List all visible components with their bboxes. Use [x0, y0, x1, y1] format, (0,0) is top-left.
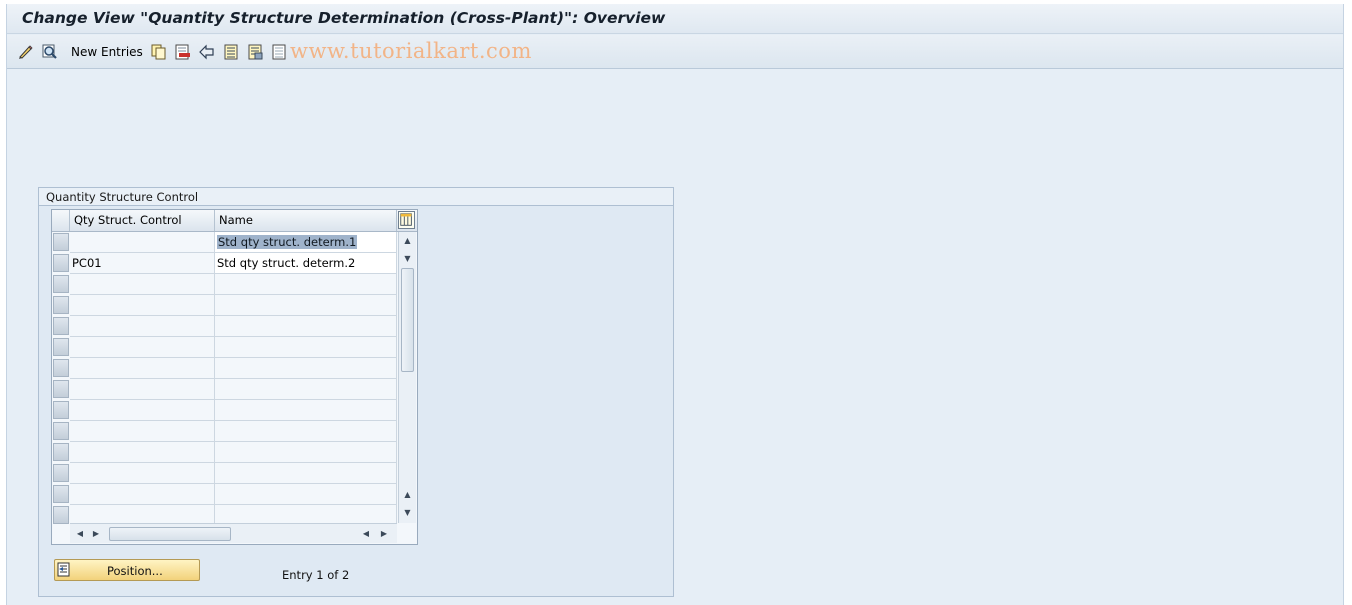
new-entries-button[interactable]: New Entries: [71, 45, 143, 59]
undo-icon[interactable]: [198, 43, 216, 61]
row-selector[interactable]: [53, 506, 69, 524]
cell-qty-struct-control[interactable]: [70, 379, 215, 399]
row-selector[interactable]: [53, 485, 69, 503]
cell-qty-struct-control[interactable]: [70, 484, 215, 504]
selected-name-text: Std qty struct. determ.1: [217, 235, 358, 249]
horizontal-scrollbar[interactable]: ◀ ▶ ◀ ▶: [70, 523, 397, 543]
table-row[interactable]: [70, 337, 397, 358]
row-selector[interactable]: [53, 359, 69, 377]
scroll-page-up-icon[interactable]: ▲: [401, 488, 414, 502]
title-bar: Change View "Quantity Structure Determin…: [7, 4, 1343, 34]
row-selector[interactable]: [53, 254, 69, 272]
cell-name[interactable]: [215, 421, 397, 441]
table-row[interactable]: Std qty struct. determ.1: [70, 232, 397, 253]
vertical-scrollbar[interactable]: ▲ ▼ ▲ ▼: [398, 232, 416, 523]
select-all-rows-corner[interactable]: [52, 210, 70, 231]
watermark-text: www.tutorialkart.com: [290, 39, 532, 63]
cell-qty-struct-control[interactable]: [70, 295, 215, 315]
row-selector[interactable]: [53, 317, 69, 335]
cell-qty-struct-control[interactable]: [70, 232, 215, 252]
column-header-name[interactable]: Name: [215, 210, 397, 231]
cell-qty-struct-control[interactable]: [70, 421, 215, 441]
cell-name[interactable]: [215, 358, 397, 378]
display-change-icon[interactable]: [17, 43, 35, 61]
row-selector[interactable]: [53, 233, 69, 251]
table-control: Qty Struct. Control Name Std qty struct.…: [51, 209, 418, 545]
cell-name[interactable]: Std qty struct. determ.2: [215, 253, 397, 273]
table-row[interactable]: [70, 316, 397, 337]
scroll-far-right-icon[interactable]: ▶: [378, 527, 390, 541]
delete-icon[interactable]: [174, 43, 192, 61]
cell-name[interactable]: [215, 400, 397, 420]
row-selector[interactable]: [53, 443, 69, 461]
cell-name[interactable]: [215, 295, 397, 315]
table-header: Qty Struct. Control Name: [52, 210, 417, 232]
cell-qty-struct-control[interactable]: [70, 400, 215, 420]
table-row[interactable]: [70, 295, 397, 316]
row-selector[interactable]: [53, 275, 69, 293]
vertical-scroll-thumb[interactable]: [401, 268, 414, 372]
cell-qty-struct-control[interactable]: [70, 442, 215, 462]
group-header: Quantity Structure Control: [39, 188, 673, 206]
entry-count-text: Entry 1 of 2: [282, 568, 350, 582]
cell-qty-struct-control[interactable]: [70, 463, 215, 483]
cell-name[interactable]: [215, 274, 397, 294]
copy-icon[interactable]: [150, 43, 168, 61]
cell-name[interactable]: [215, 337, 397, 357]
table-row[interactable]: [70, 358, 397, 379]
scroll-far-left-icon[interactable]: ◀: [360, 527, 372, 541]
column-header-qty-struct-control[interactable]: Qty Struct. Control: [70, 210, 215, 231]
application-toolbar: New Entries www.tutorialkart.com: [7, 35, 1343, 69]
table-row[interactable]: [70, 421, 397, 442]
cell-name[interactable]: [215, 463, 397, 483]
sap-window: Change View "Quantity Structure Determin…: [6, 4, 1344, 605]
cell-qty-struct-control[interactable]: [70, 505, 215, 525]
cell-qty-struct-control[interactable]: PC01: [70, 253, 215, 273]
row-selector[interactable]: [53, 338, 69, 356]
position-button-label: Position...: [107, 564, 163, 578]
cell-name[interactable]: [215, 316, 397, 336]
scroll-up-icon[interactable]: ▲: [401, 234, 414, 248]
table-row[interactable]: [70, 379, 397, 400]
row-selector[interactable]: [53, 296, 69, 314]
cell-name[interactable]: Std qty struct. determ.1: [215, 232, 397, 252]
row-selector[interactable]: [53, 401, 69, 419]
horizontal-scroll-thumb[interactable]: [109, 527, 231, 541]
cell-name[interactable]: [215, 442, 397, 462]
cell-name[interactable]: [215, 379, 397, 399]
other-view-icon[interactable]: [41, 43, 59, 61]
group-title: Quantity Structure Control: [46, 190, 199, 204]
table-row[interactable]: [70, 400, 397, 421]
scroll-left-icon[interactable]: ◀: [74, 527, 86, 541]
row-selector[interactable]: [53, 464, 69, 482]
cell-name[interactable]: [215, 484, 397, 504]
row-selector[interactable]: [53, 380, 69, 398]
select-all-icon[interactable]: [222, 43, 240, 61]
row-selector[interactable]: [53, 422, 69, 440]
position-icon: [57, 562, 70, 577]
scroll-page-down-icon[interactable]: ▼: [401, 252, 414, 266]
cell-qty-struct-control[interactable]: [70, 274, 215, 294]
table-row[interactable]: [70, 442, 397, 463]
table-row[interactable]: PC01 Std qty struct. determ.2: [70, 253, 397, 274]
scroll-right-icon[interactable]: ▶: [90, 527, 102, 541]
position-button[interactable]: Position...: [54, 559, 200, 581]
cell-name[interactable]: [215, 505, 397, 525]
deselect-all-icon[interactable]: [270, 43, 288, 61]
table-row[interactable]: [70, 484, 397, 505]
scroll-down-icon[interactable]: ▼: [401, 506, 414, 520]
cell-qty-struct-control[interactable]: [70, 316, 215, 336]
cell-qty-struct-control[interactable]: [70, 337, 215, 357]
quantity-structure-group: Quantity Structure Control Qty Struct. C…: [38, 187, 674, 597]
table-row[interactable]: [70, 463, 397, 484]
select-block-icon[interactable]: [246, 43, 264, 61]
table-row[interactable]: [70, 274, 397, 295]
table-settings-icon[interactable]: [398, 211, 415, 229]
cell-qty-struct-control[interactable]: [70, 358, 215, 378]
page-title: Change View "Quantity Structure Determin…: [22, 9, 666, 27]
